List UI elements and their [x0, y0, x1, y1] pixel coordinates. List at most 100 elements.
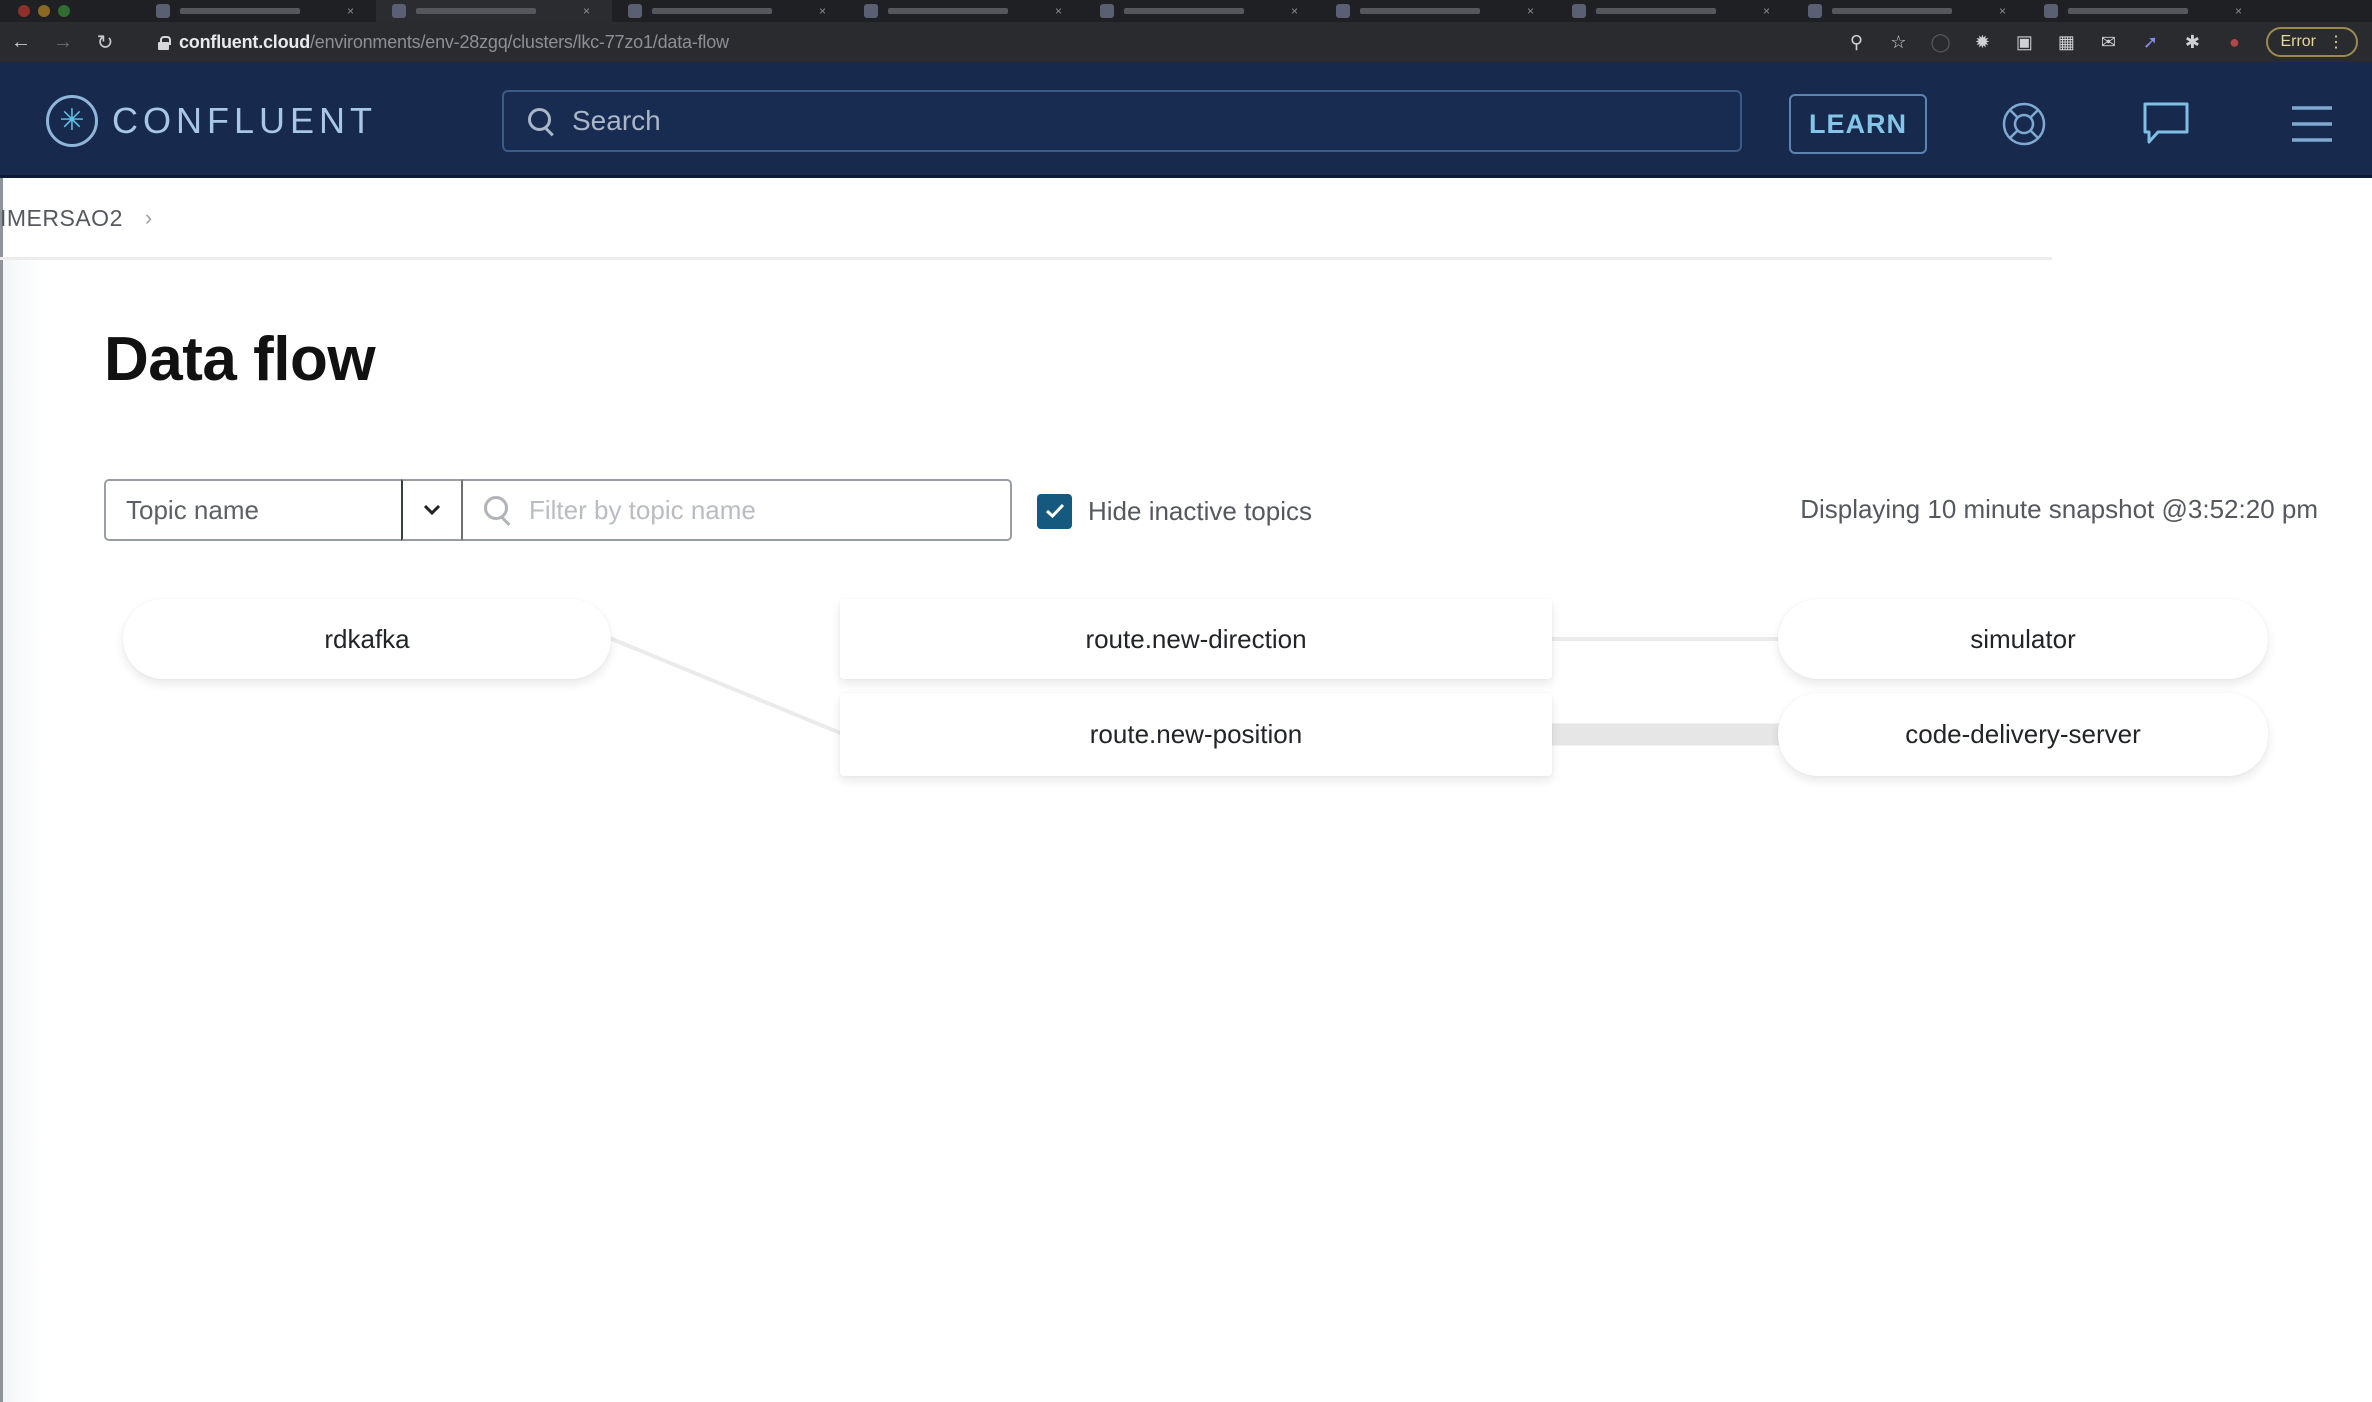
chevron-down-icon: [423, 504, 441, 516]
github-favicon-icon: [1336, 4, 1350, 18]
extension-toolbar: ⚲ ☆ ◯ ✹ ▣ ▦ ✉ ➚ ✱ ● Error ⋮: [1846, 26, 2358, 58]
extension-icon[interactable]: ▦: [2056, 32, 2076, 53]
window-controls: [0, 5, 140, 17]
close-window-button[interactable]: [18, 5, 30, 17]
tab-title-placeholder: [2068, 8, 2188, 14]
address-bar[interactable]: confluent.cloud/environments/env-28zgq/c…: [150, 26, 1920, 58]
error-label: Error: [2280, 33, 2316, 50]
close-tab-icon[interactable]: ×: [1999, 4, 2006, 18]
puzzle-extensions-icon[interactable]: ✱: [2182, 32, 2202, 53]
close-tab-icon[interactable]: ×: [819, 4, 826, 18]
topic-node[interactable]: route.new-position: [840, 693, 1552, 776]
extension-icon[interactable]: ✹: [1972, 32, 1992, 53]
page-title: Data flow: [104, 325, 376, 394]
producer-node[interactable]: rdkafka: [123, 599, 611, 679]
brand-name: CONFLUENT: [112, 100, 378, 141]
zoom-icon[interactable]: ⚲: [1846, 32, 1866, 53]
browser-tab[interactable]: ×: [2028, 0, 2264, 22]
tab-title-placeholder: [888, 8, 1008, 14]
hamburger-menu-icon[interactable]: [2286, 98, 2338, 150]
chrome-favicon-icon: [1100, 4, 1114, 18]
search-icon: [483, 495, 513, 525]
url-host: confluent.cloud: [179, 31, 310, 52]
filter-field-select[interactable]: Topic name: [104, 479, 401, 541]
close-tab-icon[interactable]: ×: [1763, 4, 1770, 18]
node-label: rdkafka: [324, 623, 410, 654]
maximize-window-button[interactable]: [58, 5, 70, 17]
url-path: /environments/env-28zgq/clusters/lkc-77z…: [310, 31, 729, 52]
consumer-node[interactable]: code-delivery-server: [1778, 693, 2268, 776]
back-button[interactable]: ←: [0, 31, 42, 54]
checkmark-icon: [1045, 503, 1064, 519]
bookmark-star-icon[interactable]: ☆: [1888, 32, 1908, 53]
shield-favicon-icon: [628, 4, 642, 18]
tab-title-placeholder: [1596, 8, 1716, 14]
search-icon: [526, 106, 556, 136]
error-button[interactable]: Error ⋮: [2266, 27, 2358, 57]
rocket-extension-icon[interactable]: ➚: [2140, 32, 2160, 53]
lock-icon: [158, 35, 171, 50]
hide-inactive-topics-toggle[interactable]: Hide inactive topics: [1037, 493, 1312, 529]
tab-title-placeholder: [1832, 8, 1952, 14]
data-flow-graph: rdkafka route.new-direction route.new-posi…: [0, 580, 2372, 820]
close-tab-icon[interactable]: ×: [1527, 4, 1534, 18]
close-tab-icon[interactable]: ×: [1055, 4, 1062, 18]
close-tab-icon[interactable]: ×: [583, 4, 590, 18]
node-label: route.new-direction: [1085, 623, 1307, 654]
topic-filter-input[interactable]: [529, 494, 989, 526]
browser-tab[interactable]: ×: [1792, 0, 2028, 22]
topic-filter: Topic name: [104, 479, 1012, 541]
snapshot-status: Displaying 10 minute snapshot @3:52:20 p…: [1800, 494, 2318, 524]
confluent-logo-icon: [46, 95, 98, 147]
profile-avatar-icon[interactable]: ●: [2224, 32, 2244, 53]
browser-tab-strip: × × × × × × × × ×: [0, 0, 2372, 22]
browser-toolbar: ← → ↻ confluent.cloud/environments/env-2…: [0, 22, 2372, 62]
chevron-right-icon: ›: [144, 205, 153, 230]
tab-title-placeholder: [180, 8, 300, 14]
confluent-favicon-icon: [156, 4, 170, 18]
browser-tab[interactable]: ×: [376, 0, 612, 22]
learn-button[interactable]: LEARN: [1789, 94, 1927, 154]
confluent-logo[interactable]: CONFLUENT: [46, 95, 377, 147]
chat-icon[interactable]: [2140, 98, 2192, 150]
close-tab-icon[interactable]: ×: [2235, 4, 2242, 18]
tab-title-placeholder: [1124, 8, 1244, 14]
camera-extension-icon[interactable]: ▣: [2014, 32, 2034, 53]
node-label: route.new-position: [1089, 719, 1303, 749]
topic-filter-field[interactable]: [463, 479, 1012, 541]
close-tab-icon[interactable]: ×: [1291, 4, 1298, 18]
minimize-window-button[interactable]: [38, 5, 50, 17]
browser-tab[interactable]: ×: [848, 0, 1084, 22]
confluent-favicon-icon: [392, 4, 406, 18]
node-label: code-delivery-server: [1905, 719, 2141, 749]
breadcrumb-divider: [0, 257, 2052, 260]
global-search-input[interactable]: [572, 105, 1672, 137]
page-favicon-icon: [1572, 4, 1586, 18]
browser-tab[interactable]: ×: [612, 0, 848, 22]
tab-title-placeholder: [416, 8, 536, 14]
hide-inactive-checkbox[interactable]: [1037, 493, 1072, 529]
browser-tab[interactable]: ×: [140, 0, 376, 22]
flow-edge: [606, 635, 845, 737]
consumer-node[interactable]: simulator: [1778, 599, 2268, 679]
browser-tab[interactable]: ×: [1084, 0, 1320, 22]
forward-button[interactable]: →: [42, 31, 84, 54]
browser-tab[interactable]: ×: [1556, 0, 1792, 22]
mail-extension-icon[interactable]: ✉: [2098, 32, 2118, 53]
shield-favicon-icon: [864, 4, 878, 18]
filter-field-value: Topic name: [126, 494, 259, 525]
close-tab-icon[interactable]: ×: [347, 4, 354, 18]
sidebar-edge: [3, 260, 43, 1402]
global-search[interactable]: [502, 90, 1742, 152]
topic-node[interactable]: route.new-direction: [840, 599, 1552, 679]
breadcrumb-item-cluster[interactable]: IMERSAO2: [0, 205, 123, 232]
breadcrumb: IMERSAO2 ›: [0, 198, 152, 238]
help-lifebuoy-icon[interactable]: [1998, 98, 2050, 150]
extension-icon[interactable]: ◯: [1930, 32, 1950, 53]
reload-button[interactable]: ↻: [84, 30, 126, 55]
node-label: simulator: [1970, 623, 2076, 654]
tab-title-placeholder: [652, 8, 772, 14]
browser-tab[interactable]: ×: [1320, 0, 1556, 22]
filter-field-dropdown-button[interactable]: [401, 479, 463, 541]
url-text: confluent.cloud/environments/env-28zgq/c…: [179, 32, 729, 53]
